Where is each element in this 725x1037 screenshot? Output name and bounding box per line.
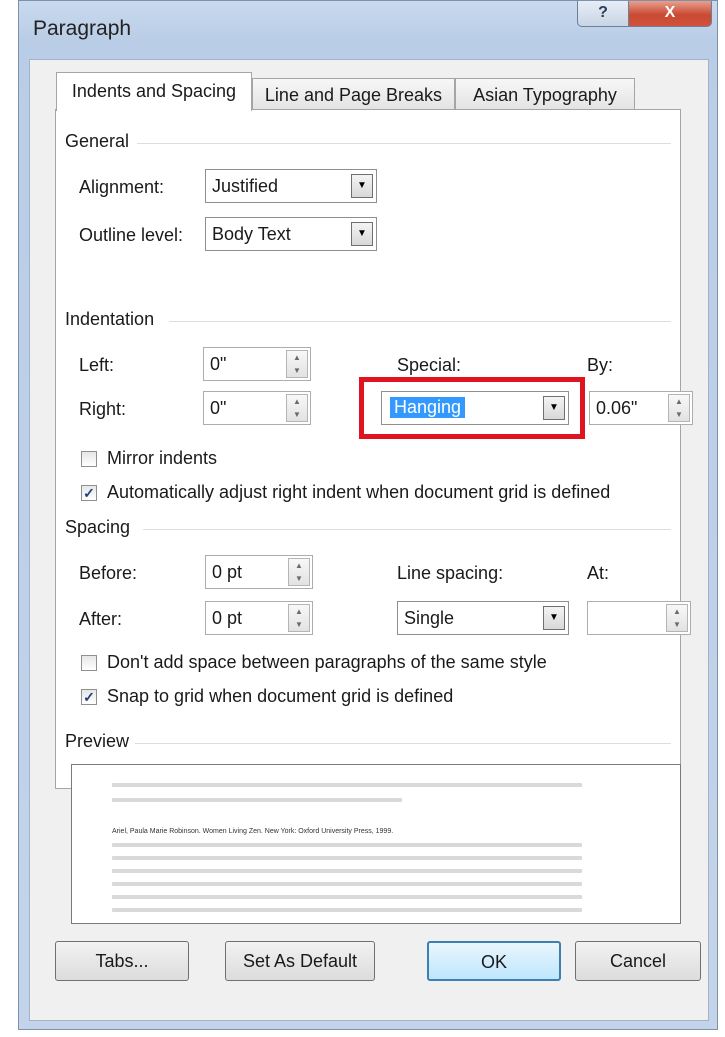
spin-arrows-icon[interactable]: ▲ ▼ xyxy=(668,394,690,422)
close-button[interactable]: X xyxy=(628,1,712,27)
left-indent-input[interactable]: 0" ▲ ▼ xyxy=(203,347,311,381)
alignment-value: Justified xyxy=(212,176,279,196)
snap-to-grid-label: Snap to grid when document grid is defin… xyxy=(107,686,454,706)
special-label: Special: xyxy=(397,355,462,375)
preview-line xyxy=(112,908,582,912)
after-value: 0 pt xyxy=(212,608,243,628)
by-label: By: xyxy=(587,355,614,375)
after-input[interactable]: 0 pt ▲ ▼ xyxy=(205,601,313,635)
chevron-down-icon[interactable]: ▼ xyxy=(351,174,373,198)
chevron-down-icon[interactable]: ▼ xyxy=(543,396,565,420)
dialog-title: Paragraph xyxy=(33,17,132,40)
no-space-label: Don't add space between paragraphs of th… xyxy=(107,652,547,672)
set-as-default-button[interactable]: Set As Default xyxy=(225,941,375,981)
spacing-divider xyxy=(143,529,671,530)
by-input[interactable]: 0.06" ▲ ▼ xyxy=(589,391,693,425)
before-value: 0 pt xyxy=(212,562,243,582)
preview-heading: Preview xyxy=(65,731,130,751)
tab-content: General Alignment: Justified ▼ Outline l… xyxy=(29,59,709,1021)
preview-line xyxy=(112,869,582,873)
preview-line xyxy=(112,895,582,899)
spin-arrows-icon[interactable]: ▲ ▼ xyxy=(286,350,308,378)
before-label: Before: xyxy=(79,563,138,583)
outline-level-select[interactable]: Body Text ▼ xyxy=(205,217,377,251)
line-spacing-select[interactable]: Single ▼ xyxy=(397,601,569,635)
preview-line xyxy=(112,783,582,787)
left-indent-label: Left: xyxy=(79,355,115,375)
line-spacing-label: Line spacing: xyxy=(397,563,504,583)
preview-line xyxy=(112,798,402,802)
snap-to-grid-checkbox[interactable]: ✓ xyxy=(81,689,97,705)
preview-box: Ariel, Paula Marie Robinson. Women Livin… xyxy=(71,764,681,924)
general-heading: General xyxy=(65,131,130,151)
right-indent-value: 0" xyxy=(210,398,227,418)
paragraph-dialog: Paragraph ? X Indents and Spacing Line a… xyxy=(18,0,718,1030)
general-divider xyxy=(137,143,671,144)
after-label: After: xyxy=(79,609,123,629)
title-bar: Paragraph ? X xyxy=(19,1,717,59)
ok-button[interactable]: OK xyxy=(427,941,561,981)
chevron-down-icon[interactable]: ▼ xyxy=(351,222,373,246)
alignment-label: Alignment: xyxy=(79,177,165,197)
preview-line xyxy=(112,856,582,860)
outline-level-label: Outline level: xyxy=(79,225,184,245)
spin-arrows-icon[interactable]: ▲ ▼ xyxy=(666,604,688,632)
before-input[interactable]: 0 pt ▲ ▼ xyxy=(205,555,313,589)
tabs-button[interactable]: Tabs... xyxy=(55,941,189,981)
left-indent-value: 0" xyxy=(210,354,227,374)
indentation-divider xyxy=(169,321,671,322)
special-value: Hanging xyxy=(390,397,466,418)
preview-divider xyxy=(135,743,671,744)
preview-line xyxy=(112,843,582,847)
right-indent-label: Right: xyxy=(79,399,127,419)
at-label: At: xyxy=(587,563,610,583)
line-spacing-value: Single xyxy=(404,608,455,628)
spin-arrows-icon[interactable]: ▲ ▼ xyxy=(288,604,310,632)
at-input[interactable]: ▲ ▼ xyxy=(587,601,691,635)
no-space-checkbox[interactable] xyxy=(81,655,97,671)
alignment-select[interactable]: Justified ▼ xyxy=(205,169,377,203)
spacing-heading: Spacing xyxy=(65,517,131,537)
spin-arrows-icon[interactable]: ▲ ▼ xyxy=(286,394,308,422)
chevron-down-icon[interactable]: ▼ xyxy=(543,606,565,630)
outline-level-value: Body Text xyxy=(212,224,291,244)
auto-adjust-label: Automatically adjust right indent when d… xyxy=(107,482,611,502)
mirror-indents-checkbox[interactable] xyxy=(81,451,97,467)
mirror-indents-label: Mirror indents xyxy=(107,448,218,468)
spin-arrows-icon[interactable]: ▲ ▼ xyxy=(288,558,310,586)
preview-sample-text: Ariel, Paula Marie Robinson. Women Livin… xyxy=(112,828,394,835)
right-indent-input[interactable]: 0" ▲ ▼ xyxy=(203,391,311,425)
tab-indents-and-spacing[interactable]: Indents and Spacing xyxy=(56,72,252,111)
indentation-heading: Indentation xyxy=(65,309,155,329)
by-value: 0.06" xyxy=(596,398,638,418)
preview-line xyxy=(112,882,582,886)
cancel-button[interactable]: Cancel xyxy=(575,941,701,981)
special-select[interactable]: Hanging ▼ xyxy=(381,391,569,425)
auto-adjust-checkbox[interactable]: ✓ xyxy=(81,485,97,501)
help-button[interactable]: ? xyxy=(577,1,629,27)
